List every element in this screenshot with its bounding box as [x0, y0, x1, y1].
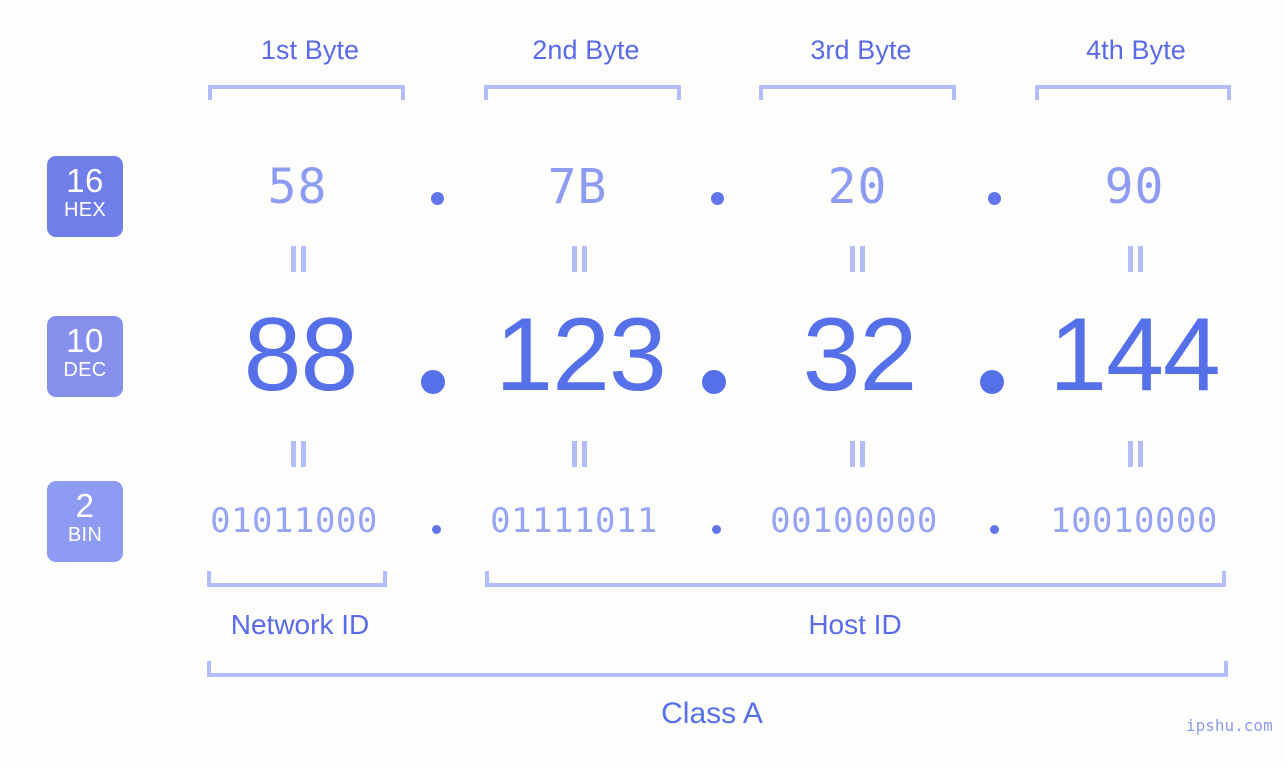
byte-header-4: 4th Byte — [1086, 35, 1186, 65]
hex-byte-4: 90 — [1104, 159, 1165, 215]
byte-header-2: 2nd Byte — [532, 35, 640, 65]
host-id-bracket — [485, 571, 1226, 587]
ip-breakdown-diagram: 1st Byte 2nd Byte 3rd Byte 4th Byte 16 H… — [0, 0, 1285, 767]
equals-mark-dec-bin-1 — [289, 441, 308, 467]
byte-bracket-1 — [208, 85, 405, 100]
hex-byte-2: 7B — [547, 159, 608, 215]
base-badge-dec: 10 DEC — [47, 316, 123, 397]
base-badge-hex: 16 HEX — [47, 156, 123, 237]
equals-mark-hex-dec-4 — [1126, 246, 1145, 272]
hex-separator-dot-3 — [988, 192, 1001, 205]
byte-bracket-2 — [484, 85, 681, 100]
byte-bracket-3 — [759, 85, 956, 100]
base-badge-dec-number: 10 — [66, 322, 104, 359]
bin-byte-1: 01011000 — [210, 501, 378, 541]
base-badge-dec-abbr: DEC — [63, 359, 107, 381]
bin-separator-dot-1 — [432, 525, 441, 534]
dec-byte-4: 144 — [1049, 297, 1221, 413]
network-id-bracket — [207, 571, 387, 587]
host-id-label: Host ID — [808, 609, 902, 640]
dec-byte-1: 88 — [243, 297, 359, 413]
bin-byte-2: 01111011 — [490, 501, 658, 541]
dec-separator-dot-3 — [980, 370, 1004, 394]
network-id-label: Network ID — [230, 609, 370, 640]
class-label: Class A — [661, 697, 763, 730]
bin-separator-dot-2 — [712, 525, 721, 534]
byte-header-3: 3rd Byte — [810, 35, 912, 65]
dec-separator-dot-1 — [421, 370, 445, 394]
bin-separator-dot-3 — [990, 525, 999, 534]
byte-bracket-4 — [1035, 85, 1231, 100]
equals-mark-dec-bin-3 — [848, 441, 867, 467]
equals-mark-hex-dec-2 — [570, 246, 589, 272]
equals-mark-hex-dec-3 — [848, 246, 867, 272]
dec-separator-dot-2 — [702, 370, 726, 394]
watermark: ipshu.com — [1186, 716, 1273, 735]
bin-byte-3: 00100000 — [770, 501, 938, 541]
base-badge-bin-abbr: BIN — [67, 524, 103, 546]
class-bracket — [207, 661, 1228, 677]
base-badge-hex-number: 16 — [66, 162, 104, 199]
equals-mark-dec-bin-2 — [570, 441, 589, 467]
equals-mark-dec-bin-4 — [1126, 441, 1145, 467]
equals-mark-hex-dec-1 — [289, 246, 308, 272]
base-badge-hex-abbr: HEX — [63, 199, 107, 221]
base-badge-bin: 2 BIN — [47, 481, 123, 562]
bin-byte-4: 10010000 — [1050, 501, 1218, 541]
hex-byte-3: 20 — [827, 159, 888, 215]
hex-separator-dot-2 — [711, 192, 724, 205]
hex-byte-1: 58 — [267, 159, 328, 215]
hex-separator-dot-1 — [431, 192, 444, 205]
byte-header-1: 1st Byte — [260, 35, 360, 65]
dec-byte-2: 123 — [495, 297, 667, 413]
dec-byte-3: 32 — [802, 297, 918, 413]
base-badge-bin-number: 2 — [75, 487, 95, 524]
